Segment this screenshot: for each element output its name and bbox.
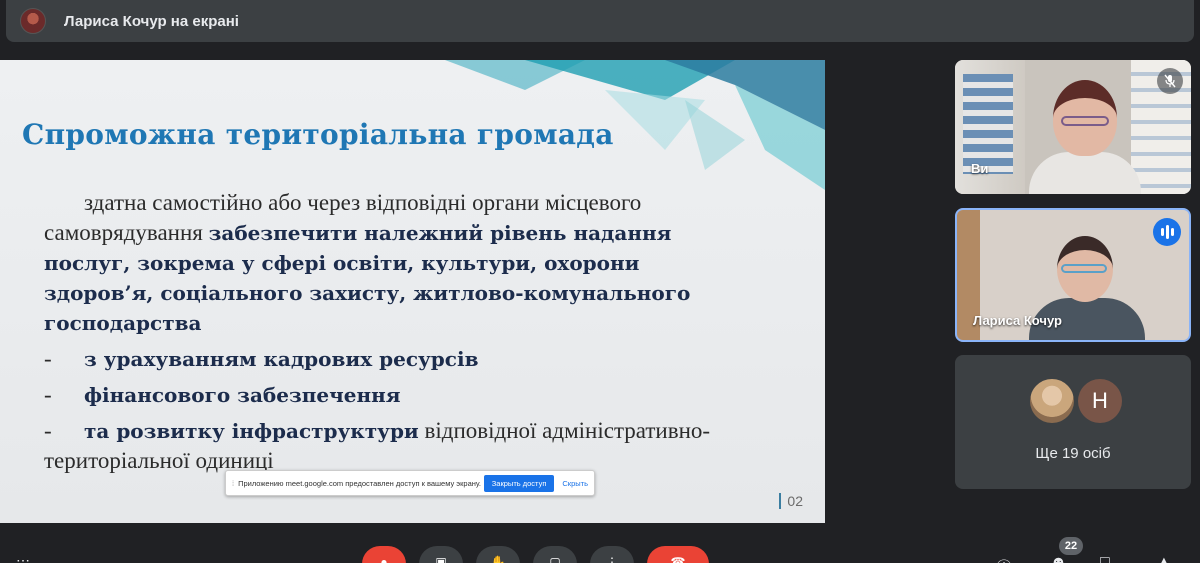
end-call-button[interactable]: ☎: [647, 546, 709, 563]
video-background: [955, 60, 1025, 194]
slide-bullet: - фінансового забезпечення: [44, 382, 401, 407]
participant-tile-speaker[interactable]: Лариса Кочур: [955, 208, 1191, 342]
more-options-button[interactable]: ⋮: [590, 546, 634, 563]
slide-page-number: 02: [779, 493, 803, 509]
shared-screen: Спроможна територіальна громада здатна с…: [0, 60, 825, 523]
present-icon: ▢: [549, 555, 561, 563]
hand-icon: ✋: [490, 555, 506, 563]
mic-button[interactable]: ●: [362, 546, 406, 563]
screen-share-notification: ⁞ Приложению meet.google.com предоставле…: [225, 470, 595, 496]
slide-body: здатна самостійно або через відповідні о…: [44, 188, 744, 476]
phone-icon: ☎: [670, 555, 686, 563]
participants-count-badge: 22: [1059, 537, 1083, 555]
present-button[interactable]: ▢: [533, 546, 577, 563]
participant-name: Ви: [971, 161, 989, 176]
activities-icon[interactable]: ▲: [1156, 554, 1172, 563]
drag-handle-icon[interactable]: ⁞: [232, 479, 234, 488]
mic-off-icon: [1157, 68, 1183, 94]
hide-notification-link[interactable]: Скрыть: [562, 479, 588, 488]
participant-avatar: Н: [1078, 379, 1122, 423]
presenter-bar: Лариса Кочур на екрані: [6, 0, 1194, 42]
slide-bullet: -з урахуванням кадрових ресурсів: [44, 346, 479, 371]
camera-icon: ▣: [435, 555, 447, 563]
stop-sharing-button[interactable]: Закрыть доступ: [483, 474, 555, 492]
slide-bullet: - та розвитку інфраструктури відповідної …: [44, 418, 711, 473]
hand-raise-button[interactable]: ✋: [476, 546, 520, 563]
share-message: Приложению meet.google.com предоставлен …: [238, 478, 481, 488]
participant-video: [1025, 74, 1145, 194]
participant-avatar: [1030, 379, 1074, 423]
presenter-title: Лариса Кочур на екрані: [64, 12, 239, 30]
slide-title: Спроможна територіальна громада: [22, 118, 614, 151]
chat-icon[interactable]: □: [1100, 554, 1110, 563]
more-vert-icon: ⋮: [606, 555, 618, 563]
speaking-indicator-icon: [1153, 218, 1181, 246]
camera-button[interactable]: ▣: [419, 546, 463, 563]
meeting-details-icon[interactable]: ⋯: [16, 552, 30, 563]
more-participants-tile[interactable]: Н Ще 19 осіб: [955, 355, 1191, 489]
more-participants-label: Ще 19 осіб: [1035, 445, 1111, 462]
people-icon[interactable]: ☻: [1050, 554, 1067, 563]
presenter-avatar: [20, 8, 46, 34]
info-icon[interactable]: ⓘ: [996, 554, 1012, 563]
participant-name: Лариса Кочур: [973, 313, 1062, 328]
mic-icon: ●: [380, 555, 388, 563]
participant-tile-self[interactable]: Ви: [955, 60, 1191, 194]
